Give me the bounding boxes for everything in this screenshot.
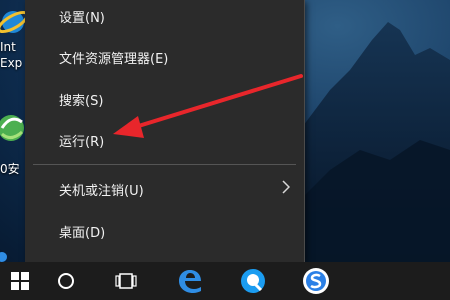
menu-separator bbox=[33, 164, 296, 165]
chevron-right-icon bbox=[282, 180, 291, 198]
360-browser-icon[interactable] bbox=[0, 100, 26, 156]
edge-icon bbox=[179, 270, 201, 293]
windows-logo-icon bbox=[11, 272, 29, 290]
menu-item-label: 桌面(D) bbox=[59, 225, 106, 241]
edge-partial-icon bbox=[0, 248, 10, 262]
task-view-icon bbox=[115, 273, 137, 289]
start-button[interactable] bbox=[0, 262, 40, 300]
360-browser-label: 0安 bbox=[0, 162, 20, 176]
menu-item-label: 关机或注销(U) bbox=[59, 183, 144, 199]
circle-icon bbox=[58, 273, 74, 289]
app-button[interactable] bbox=[233, 262, 273, 300]
sogou-icon bbox=[303, 268, 329, 294]
menu-item-label: 运行(R) bbox=[59, 134, 105, 150]
q-app-icon bbox=[241, 269, 265, 293]
menu-item-file-explorer[interactable]: 文件资源管理器(E) bbox=[25, 43, 304, 71]
menu-item-run[interactable]: 运行(R) bbox=[25, 126, 304, 154]
menu-item-label: 设置(N) bbox=[59, 10, 105, 26]
internet-explorer-icon[interactable] bbox=[0, 6, 26, 38]
menu-item-label: 搜索(S) bbox=[59, 93, 104, 109]
menu-item-desktop[interactable]: 桌面(D) bbox=[25, 217, 304, 245]
internet-explorer-label-line1: Int bbox=[0, 40, 16, 54]
menu-item-shutdown-signout[interactable]: 关机或注销(U) bbox=[25, 175, 304, 203]
cortana-button[interactable] bbox=[46, 262, 86, 300]
edge-button[interactable] bbox=[170, 262, 210, 300]
internet-explorer-label-line2: Exp bbox=[0, 56, 23, 70]
sogou-button[interactable] bbox=[296, 262, 336, 300]
menu-item-search[interactable]: 搜索(S) bbox=[25, 85, 304, 113]
taskbar bbox=[0, 262, 450, 300]
menu-item-label: 文件资源管理器(E) bbox=[59, 51, 169, 67]
winx-context-menu: 设置(N) 文件资源管理器(E) 搜索(S) 运行(R) 关机或注销(U) 桌面… bbox=[25, 0, 305, 262]
menu-item-settings[interactable]: 设置(N) bbox=[25, 2, 304, 30]
task-view-button[interactable] bbox=[106, 262, 146, 300]
